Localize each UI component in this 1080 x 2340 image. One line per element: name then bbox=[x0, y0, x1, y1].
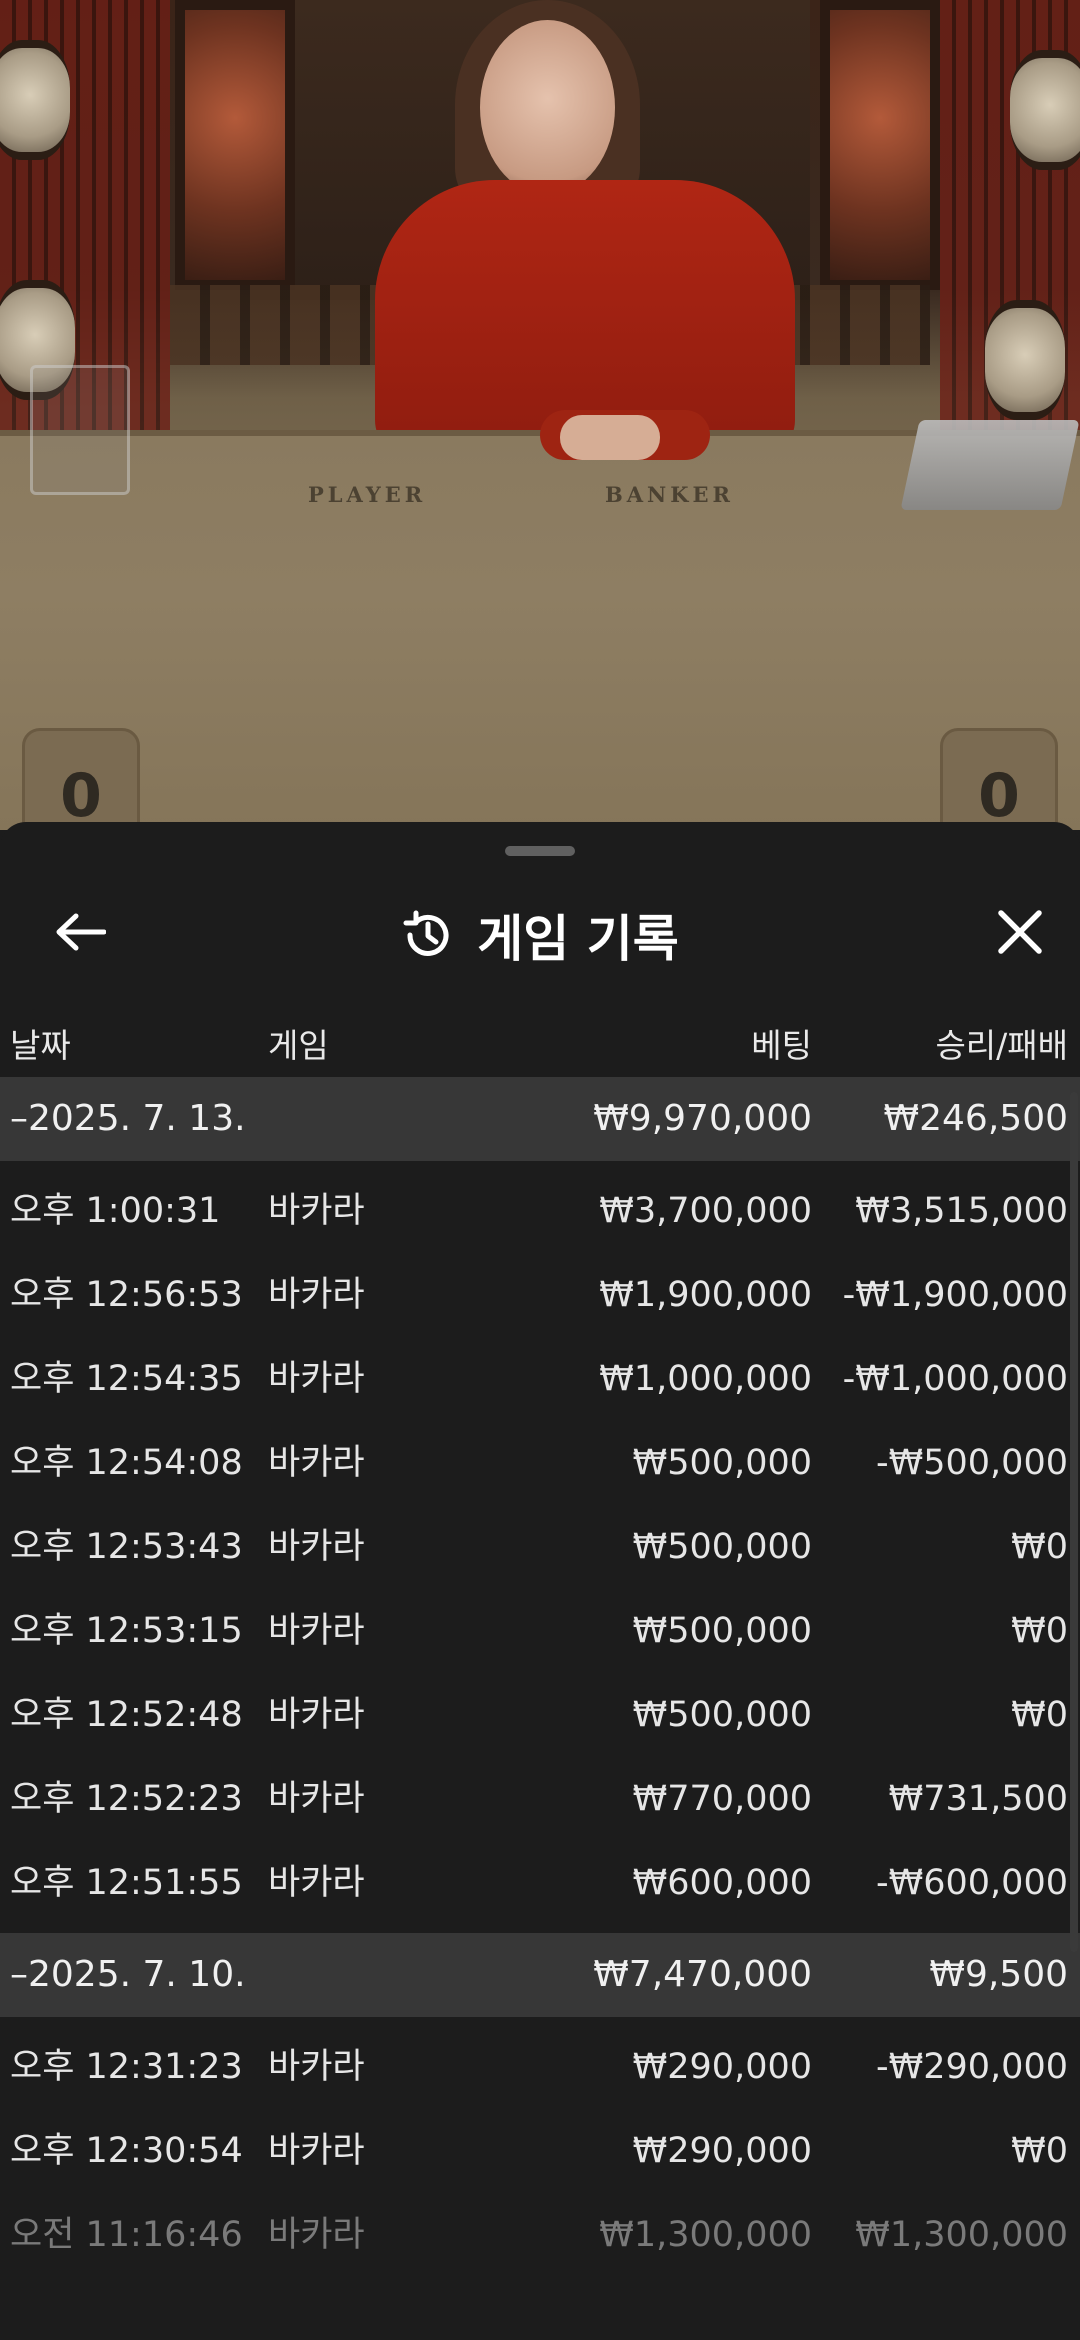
group-bet-total: ₩7,470,000 bbox=[593, 1954, 812, 1995]
decor-window bbox=[175, 0, 295, 290]
table-row[interactable]: 오후 12:54:35 바카라 ₩1,000,000 -₩1,000,000 bbox=[0, 1337, 1080, 1421]
row-bet: ₩500,000 bbox=[632, 1527, 812, 1567]
row-result: ₩0 bbox=[1011, 1527, 1068, 1567]
table-row[interactable]: 오후 12:30:54 바카라 ₩290,000 ₩0 bbox=[0, 2109, 1080, 2193]
card-shoe bbox=[900, 420, 1080, 510]
dealer-face bbox=[480, 20, 615, 195]
row-game: 바카라 bbox=[268, 1611, 365, 1651]
row-result: -₩600,000 bbox=[876, 1863, 1068, 1903]
row-result: ₩731,500 bbox=[888, 1779, 1068, 1819]
row-time: 오후 12:54:35 bbox=[10, 1359, 243, 1399]
table-row[interactable]: 오후 12:53:43 바카라 ₩500,000 ₩0 bbox=[0, 1505, 1080, 1589]
row-bet: ₩1,300,000 bbox=[599, 2215, 812, 2255]
card-discard-box bbox=[30, 365, 130, 495]
table-row[interactable]: 오후 1:00:31 바카라 ₩3,700,000 ₩3,515,000 bbox=[0, 1169, 1080, 1253]
row-time: 오후 12:30:54 bbox=[10, 2131, 243, 2171]
row-result: ₩3,515,000 bbox=[855, 1191, 1068, 1231]
row-bet: ₩500,000 bbox=[632, 1611, 812, 1651]
lantern-icon bbox=[985, 300, 1065, 420]
table-row[interactable]: 오후 12:52:23 바카라 ₩770,000 ₩731,500 bbox=[0, 1757, 1080, 1841]
column-header-bet: 베팅 bbox=[751, 1026, 812, 1065]
row-time: 오후 12:54:08 bbox=[10, 1443, 243, 1483]
row-time: 오후 1:00:31 bbox=[10, 1191, 221, 1231]
row-game: 바카라 bbox=[268, 1527, 365, 1567]
sheet-drag-handle[interactable] bbox=[505, 846, 575, 856]
row-bet: ₩290,000 bbox=[632, 2131, 812, 2171]
page-title: 게임 기록 bbox=[477, 910, 679, 968]
game-history-sheet: 게임 기록 날짜 게임 베팅 승리/패배 –2025. 7. 13. ₩9,97… bbox=[0, 822, 1080, 2340]
history-list[interactable]: –2025. 7. 13. ₩9,970,000 ₩246,500 오후 1:0… bbox=[0, 1077, 1080, 2277]
row-bet: ₩3,700,000 bbox=[599, 1191, 812, 1231]
row-result: -₩1,900,000 bbox=[842, 1275, 1068, 1315]
row-bet: ₩1,000,000 bbox=[599, 1359, 812, 1399]
row-game: 바카라 bbox=[268, 2131, 365, 2171]
close-button[interactable] bbox=[980, 892, 1060, 972]
scrollbar[interactable] bbox=[1070, 1092, 1078, 1952]
lantern-icon bbox=[0, 40, 70, 160]
table-row[interactable]: 오후 12:54:08 바카라 ₩500,000 -₩500,000 bbox=[0, 1421, 1080, 1505]
group-result-total: ₩9,500 bbox=[929, 1954, 1068, 1995]
row-time: 오후 12:52:23 bbox=[10, 1779, 243, 1819]
dealer-hand bbox=[560, 415, 660, 460]
row-game: 바카라 bbox=[268, 1359, 365, 1399]
column-header-result: 승리/패배 bbox=[935, 1026, 1068, 1065]
group-bet-total: ₩9,970,000 bbox=[593, 1098, 812, 1139]
column-header-game: 게임 bbox=[268, 1026, 329, 1065]
lantern-icon bbox=[1010, 50, 1080, 170]
row-time: 오후 12:53:43 bbox=[10, 1527, 243, 1567]
decor-window bbox=[820, 0, 940, 290]
row-result: ₩0 bbox=[1011, 1611, 1068, 1651]
row-game: 바카라 bbox=[268, 1191, 365, 1231]
table-row[interactable]: 오후 12:31:23 바카라 ₩290,000 -₩290,000 bbox=[0, 2025, 1080, 2109]
row-result: ₩1,300,000 bbox=[855, 2215, 1068, 2255]
row-result: ₩0 bbox=[1011, 2131, 1068, 2171]
row-game: 바카라 bbox=[268, 1275, 365, 1315]
column-header-date: 날짜 bbox=[10, 1026, 71, 1065]
row-result: -₩290,000 bbox=[876, 2047, 1068, 2087]
row-bet: ₩500,000 bbox=[632, 1695, 812, 1735]
row-bet: ₩770,000 bbox=[632, 1779, 812, 1819]
row-time: 오후 12:51:55 bbox=[10, 1863, 243, 1903]
sheet-title-group: 게임 기록 bbox=[0, 899, 1080, 971]
group-date: –2025. 7. 10. bbox=[10, 1954, 246, 1995]
row-game: 바카라 bbox=[268, 1695, 365, 1735]
live-video: PLAYER BANKER 0 0 bbox=[0, 0, 1080, 830]
row-time: 오후 12:31:23 bbox=[10, 2047, 243, 2087]
row-game: 바카라 bbox=[268, 2215, 365, 2255]
table-header: 날짜 게임 베팅 승리/패배 bbox=[0, 1007, 1080, 1077]
row-bet: ₩290,000 bbox=[632, 2047, 812, 2087]
date-group-row[interactable]: –2025. 7. 13. ₩9,970,000 ₩246,500 bbox=[0, 1077, 1080, 1161]
row-bet: ₩1,900,000 bbox=[599, 1275, 812, 1315]
group-result-total: ₩246,500 bbox=[883, 1098, 1068, 1139]
table-row[interactable]: 오후 12:56:53 바카라 ₩1,900,000 -₩1,900,000 bbox=[0, 1253, 1080, 1337]
history-icon bbox=[403, 910, 449, 956]
row-result: -₩1,000,000 bbox=[842, 1359, 1068, 1399]
table-row[interactable]: 오후 12:52:48 바카라 ₩500,000 ₩0 bbox=[0, 1673, 1080, 1757]
row-time: 오후 12:53:15 bbox=[10, 1611, 243, 1651]
player-score: 0 bbox=[22, 728, 140, 830]
table-row[interactable]: 오후 12:53:15 바카라 ₩500,000 ₩0 bbox=[0, 1589, 1080, 1673]
table-row[interactable]: 오전 11:16:46 바카라 ₩1,300,000 ₩1,300,000 bbox=[0, 2193, 1080, 2277]
table-row[interactable]: 오후 12:51:55 바카라 ₩600,000 -₩600,000 bbox=[0, 1841, 1080, 1925]
row-bet: ₩600,000 bbox=[632, 1863, 812, 1903]
row-game: 바카라 bbox=[268, 1443, 365, 1483]
row-game: 바카라 bbox=[268, 2047, 365, 2087]
sheet-header: 게임 기록 bbox=[0, 877, 1080, 987]
row-time: 오후 12:56:53 bbox=[10, 1275, 243, 1315]
close-icon bbox=[998, 910, 1042, 954]
table-label-player: PLAYER bbox=[308, 482, 427, 507]
row-game: 바카라 bbox=[268, 1779, 365, 1819]
row-result: -₩500,000 bbox=[876, 1443, 1068, 1483]
row-bet: ₩500,000 bbox=[632, 1443, 812, 1483]
table-label-banker: BANKER bbox=[605, 482, 734, 507]
row-time: 오전 11:16:46 bbox=[10, 2215, 243, 2255]
group-date: –2025. 7. 13. bbox=[10, 1098, 246, 1139]
row-result: ₩0 bbox=[1011, 1695, 1068, 1735]
date-group-row[interactable]: –2025. 7. 10. ₩7,470,000 ₩9,500 bbox=[0, 1933, 1080, 2017]
banker-score: 0 bbox=[940, 728, 1058, 830]
row-game: 바카라 bbox=[268, 1863, 365, 1903]
row-time: 오후 12:52:48 bbox=[10, 1695, 243, 1735]
